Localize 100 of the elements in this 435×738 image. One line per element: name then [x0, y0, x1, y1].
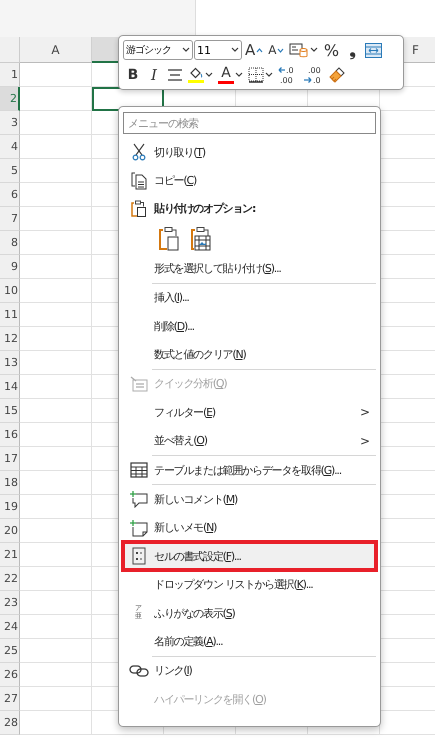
menu-item[interactable]: 形式を選択して貼り付け(S)... — [123, 254, 376, 283]
row-header[interactable]: 22 — [0, 567, 20, 591]
row-header[interactable]: 4 — [0, 135, 20, 159]
row-header[interactable]: 11 — [0, 303, 20, 327]
grid-cell[interactable] — [20, 615, 92, 639]
menu-item[interactable]: セルの書式設定(F)... — [123, 542, 376, 570]
row-header[interactable]: 23 — [0, 591, 20, 615]
grid-cell[interactable] — [20, 375, 92, 399]
menu-item[interactable]: 数式と値のクリア(N) — [123, 340, 376, 369]
grid-cell[interactable] — [20, 471, 92, 495]
select-all-corner[interactable] — [0, 37, 20, 63]
submenu-arrow: > — [360, 434, 370, 448]
row-header[interactable]: 26 — [0, 663, 20, 687]
grid-cell[interactable] — [20, 543, 92, 567]
grid-cell[interactable] — [20, 111, 92, 135]
grid-cell[interactable] — [20, 447, 92, 471]
caret-icon — [231, 47, 239, 54]
column-header[interactable]: A — [20, 37, 92, 63]
row-header[interactable]: 25 — [0, 639, 20, 663]
up-caret-icon — [256, 48, 264, 53]
menu-item[interactable]: 切り取り(T) — [123, 138, 376, 166]
caret-icon — [277, 48, 284, 53]
menu-item[interactable]: 新しいメモ(N) — [123, 514, 376, 542]
grid-cell[interactable] — [20, 159, 92, 183]
submenu-arrow: > — [360, 405, 370, 420]
row-header[interactable]: 6 — [0, 183, 20, 207]
bold-button[interactable]: B — [123, 64, 143, 86]
grid-cell[interactable] — [20, 711, 92, 735]
font-size-dropdown[interactable]: 11 — [194, 40, 242, 60]
grid-cell[interactable] — [20, 135, 92, 159]
caret-icon — [182, 47, 190, 54]
new-comment-icon — [130, 490, 148, 508]
grid-cell[interactable] — [20, 87, 92, 111]
decrease-font-button[interactable]: A — [266, 39, 286, 62]
increase-decimal-button[interactable]: .0 .00 — [276, 64, 300, 86]
grid-cell[interactable] — [20, 255, 92, 279]
row-header[interactable]: 7 — [0, 207, 20, 231]
decrease-decimal-button[interactable]: .00 .0 — [301, 64, 325, 86]
link-icon — [128, 664, 148, 678]
menu-item[interactable]: コピー(C) — [123, 166, 376, 195]
grid-cell[interactable] — [20, 423, 92, 447]
row-header[interactable]: 13 — [0, 351, 20, 375]
grid-cell[interactable] — [20, 399, 92, 423]
row-header[interactable]: 14 — [0, 375, 20, 399]
grid-cell[interactable] — [20, 183, 92, 207]
grid-cell[interactable] — [20, 591, 92, 615]
menu-search-field[interactable]: メニューの検索 — [123, 112, 376, 134]
grid-cell[interactable] — [20, 279, 92, 303]
copy-icon — [130, 172, 146, 190]
percent-button[interactable]: % — [321, 39, 342, 62]
row-header[interactable]: 8 — [0, 231, 20, 255]
scissors-icon — [132, 143, 146, 162]
grid-cell[interactable] — [20, 207, 92, 231]
row-header[interactable]: 12 — [0, 327, 20, 351]
grid-cell[interactable] — [20, 63, 92, 87]
row-header[interactable]: 28 — [0, 711, 20, 735]
menu-item[interactable]: テーブルまたは範囲からデータを取得(G)... — [123, 456, 376, 484]
menu-item[interactable]: フィルター(E) > — [123, 398, 376, 427]
grid-cell[interactable] — [20, 519, 92, 543]
row-header[interactable]: 24 — [0, 615, 20, 639]
row-header[interactable]: 19 — [0, 495, 20, 519]
increase-font-button[interactable]: A — [243, 39, 266, 62]
font-color-button[interactable]: A — [216, 64, 245, 86]
row-header[interactable]: 3 — [0, 111, 20, 135]
grid-cell[interactable] — [20, 231, 92, 255]
clipboard-picture-icon — [190, 226, 212, 252]
row-header[interactable]: 18 — [0, 471, 20, 495]
menu-item[interactable]: 挿入(I)... — [123, 284, 376, 312]
row-header[interactable]: 15 — [0, 399, 20, 423]
clipboard-icon — [158, 226, 180, 252]
table-icon — [130, 462, 148, 478]
menu-item[interactable]: 並べ替え(O) > — [123, 426, 376, 455]
paint-bucket-icon — [188, 66, 204, 84]
font-name-dropdown[interactable]: 游ゴシック — [123, 40, 193, 60]
grid-cell[interactable] — [20, 567, 92, 591]
row-header[interactable]: 5 — [0, 159, 20, 183]
row-header[interactable]: 10 — [0, 279, 20, 303]
grid-cell[interactable] — [20, 495, 92, 519]
grid-cell[interactable] — [20, 351, 92, 375]
italic-button[interactable]: I — [144, 64, 164, 86]
row-header[interactable]: 27 — [0, 687, 20, 711]
comma-style-button[interactable]: ❟ — [342, 39, 362, 62]
menu-item[interactable]: 名前の定義(A)... — [123, 627, 376, 656]
grid-cell[interactable] — [20, 663, 92, 687]
row-header[interactable]: 2 — [0, 87, 20, 111]
row-header[interactable]: 16 — [0, 423, 20, 447]
menu-item[interactable]: リンク(I) — [123, 656, 376, 686]
menu-item[interactable]: 新しいコメント(M) — [123, 485, 376, 514]
menu-item[interactable]: 削除(D)... — [123, 312, 376, 340]
row-header[interactable]: 9 — [0, 255, 20, 279]
row-header[interactable]: 20 — [0, 519, 20, 543]
row-header[interactable]: 1 — [0, 63, 20, 87]
grid-cell[interactable] — [20, 639, 92, 663]
grid-cell[interactable] — [20, 327, 92, 351]
row-header[interactable]: 21 — [0, 543, 20, 567]
menu-item[interactable]: ドロップダウン リストから選択(K)... — [123, 570, 376, 599]
grid-cell[interactable] — [20, 303, 92, 327]
grid-cell[interactable] — [20, 687, 92, 711]
row-header[interactable]: 17 — [0, 447, 20, 471]
caret-icon — [310, 47, 318, 54]
